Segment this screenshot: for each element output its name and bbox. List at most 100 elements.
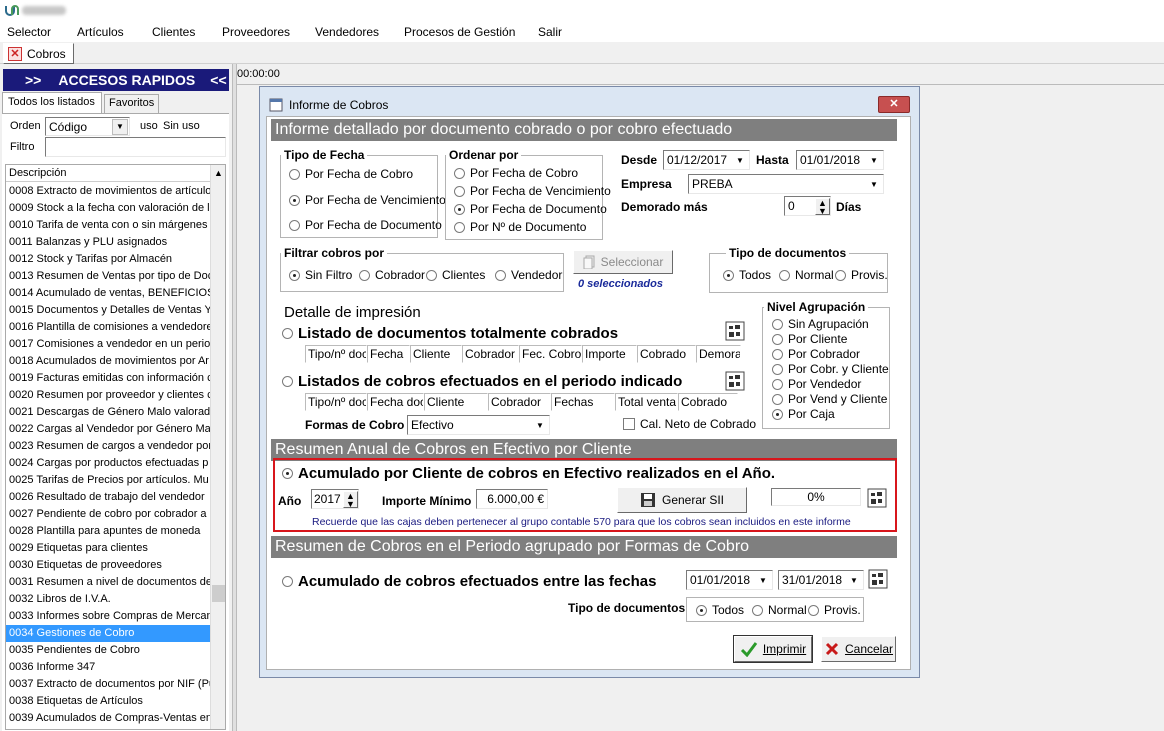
orden-select[interactable]: Código ▼ [45, 117, 130, 136]
close-tab-icon[interactable]: ✕ [8, 46, 22, 61]
menu-vendedores[interactable]: Vendedores [315, 25, 379, 39]
list-item[interactable]: 0032 Libros de I.V.A. [6, 591, 210, 608]
list-item[interactable]: 0037 Extracto de documentos por NIF (Pu [6, 676, 210, 693]
tab-cobros[interactable]: ✕ Cobros [3, 43, 74, 64]
config-sii-button[interactable] [867, 488, 887, 508]
list-item[interactable]: 0014 Acumulado de ventas, BENEFICIOS [6, 285, 210, 302]
list-item[interactable]: 0025 Tarifas de Precios por artículos. M… [6, 472, 210, 489]
radio-sin-agrupacion[interactable]: Sin Agrupación [772, 317, 869, 331]
list-item[interactable]: 0033 Informes sobre Compras de Mercan [6, 608, 210, 625]
scroll-up-icon[interactable]: ▲ [211, 165, 225, 181]
scrollbar[interactable]: ▲ [210, 165, 225, 729]
list-item[interactable]: 0024 Cargas por productos efectuadas p [6, 455, 210, 472]
spin-arrows-icon[interactable]: ▲ ▼ [815, 197, 830, 215]
radio-provis[interactable]: Provis. [835, 268, 888, 282]
list-item[interactable]: 0030 Etiquetas de proveedores [6, 557, 210, 574]
cancelar-button[interactable]: Cancelar [821, 636, 896, 662]
menu-proveedores[interactable]: Proveedores [222, 25, 290, 39]
list-item[interactable]: 0022 Cargas al Vendedor por Género Ma [6, 421, 210, 438]
seleccionar-button[interactable]: Seleccionar [573, 250, 673, 274]
column-header-descripcion[interactable]: Descripción [6, 165, 210, 182]
list-item[interactable]: 0015 Documentos y Detalles de Ventas Y [6, 302, 210, 319]
empresa-select[interactable]: PREBA ▼ [688, 174, 884, 194]
collapse-chevron-icon[interactable]: << [210, 72, 226, 88]
list-item[interactable]: 0028 Plantilla para apuntes de moneda [6, 523, 210, 540]
list-item[interactable]: 0009 Stock a la fecha con valoración de … [6, 200, 210, 217]
fecha-hasta-date[interactable]: 31/01/2018 ▼ [778, 570, 864, 590]
radio-orden-fecha-documento[interactable]: Por Fecha de Documento [454, 202, 607, 216]
radio-cobrador[interactable]: Cobrador [359, 268, 425, 282]
radio-por-cliente[interactable]: Por Cliente [772, 332, 847, 346]
list-item[interactable]: 0038 Etiquetas de Artículos [6, 693, 210, 710]
tab-favoritos[interactable]: Favoritos [104, 94, 159, 113]
list-item[interactable]: 0020 Resumen por proveedor y clientes c [6, 387, 210, 404]
formas-cobro-select[interactable]: Efectivo ▼ [407, 415, 550, 435]
radio-por-cobrador[interactable]: Por Cobrador [772, 347, 860, 361]
config-columns-button-2[interactable] [725, 371, 745, 391]
radio-orden-num-documento[interactable]: Por Nº de Documento [454, 220, 586, 234]
scrollbar-thumb[interactable] [212, 585, 225, 602]
list-item[interactable]: 0016 Plantilla de comisiones a vendedore [6, 319, 210, 336]
list-item[interactable]: 0023 Resumen de cargos a vendedor por [6, 438, 210, 455]
radio-fecha-cobro[interactable]: Por Fecha de Cobro [289, 167, 413, 181]
radio-listado-periodo[interactable]: Listados de cobros efectuados en el peri… [282, 373, 682, 390]
list-item[interactable]: 0017 Comisiones a vendedor en un perioc [6, 336, 210, 353]
spin-arrows-icon[interactable]: ▲ ▼ [343, 490, 358, 508]
anio-stepper[interactable]: 2017 ▲ ▼ [311, 489, 359, 509]
list-item[interactable]: 0021 Descargas de Género Malo valorad [6, 404, 210, 421]
menu-articulos[interactable]: Artículos [77, 25, 124, 39]
menu-procesos-gestion[interactable]: Procesos de Gestión [404, 25, 515, 39]
radio-acumulado-cliente[interactable]: Acumulado por Cliente de cobros en Efect… [282, 465, 775, 482]
list-item[interactable]: 0029 Etiquetas para clientes [6, 540, 210, 557]
radio-vendedor[interactable]: Vendedor [495, 268, 562, 282]
list-item[interactable]: 0039 Acumulados de Compras-Ventas en [6, 710, 210, 727]
radio-listado-cobrados[interactable]: Listado de documentos totalmente cobrado… [282, 325, 618, 342]
radio-fecha-vencimiento[interactable]: Por Fecha de Vencimiento [289, 193, 446, 207]
filtro-input[interactable] [45, 137, 226, 157]
menu-selector[interactable]: Selector [7, 25, 51, 39]
radio-sin-filtro[interactable]: Sin Filtro [289, 268, 352, 282]
imprimir-button[interactable]: Imprimir [733, 635, 813, 663]
radio-por-cobr-cliente[interactable]: Por Cobr. y Cliente [772, 362, 889, 376]
desde-date[interactable]: 01/12/2017 ▼ [663, 150, 750, 170]
list-item[interactable]: 0027 Pendiente de cobro por cobrador a [6, 506, 210, 523]
list-item[interactable]: 0018 Acumulados de movimientos por Ar [6, 353, 210, 370]
radio-provis-2[interactable]: Provis. [808, 603, 861, 617]
fecha-desde-date[interactable]: 01/01/2018 ▼ [686, 570, 773, 590]
demorado-stepper[interactable]: 0 ▲ ▼ [784, 196, 831, 216]
list-item[interactable]: 0031 Resumen a nivel de documentos de [6, 574, 210, 591]
list-item[interactable]: 0035 Pendientes de Cobro [6, 642, 210, 659]
radio-por-vendedor[interactable]: Por Vendedor [772, 377, 861, 391]
radio-todos-2[interactable]: Todos [696, 603, 744, 617]
radio-normal[interactable]: Normal [779, 268, 834, 282]
config-columns-button-1[interactable] [725, 321, 745, 341]
tab-todos-listados[interactable]: Todos los listados [2, 92, 102, 113]
expand-chevron-icon[interactable]: >> [25, 72, 41, 88]
hasta-date[interactable]: 01/01/2018 ▼ [796, 150, 884, 170]
menu-clientes[interactable]: Clientes [152, 25, 195, 39]
list-item[interactable]: 0019 Facturas emitidas con información c [6, 370, 210, 387]
list-item[interactable]: 0034 Gestiones de Cobro [6, 625, 210, 642]
list-item[interactable]: 0012 Stock y Tarifas por Almacén [6, 251, 210, 268]
radio-todos[interactable]: Todos [723, 268, 771, 282]
list-item[interactable]: 0013 Resumen de Ventas por tipo de Doc [6, 268, 210, 285]
list-item[interactable]: 0008 Extracto de movimientos de artículo… [6, 183, 210, 200]
dialog-close-button[interactable]: ✕ [878, 96, 910, 113]
list-item[interactable]: 0010 Tarifa de venta con o sin márgenes [6, 217, 210, 234]
list-item[interactable]: 0036 Informe 347 [6, 659, 210, 676]
radio-acumulado-fechas[interactable]: Acumulado de cobros efectuados entre las… [282, 573, 656, 590]
radio-por-vend-cliente[interactable]: Por Vend y Cliente [772, 392, 887, 406]
list-item[interactable]: 0026 Resultado de trabajo del vendedor [6, 489, 210, 506]
radio-orden-fecha-vencimiento[interactable]: Por Fecha de Vencimiento [454, 184, 611, 198]
radio-fecha-documento[interactable]: Por Fecha de Documento [289, 218, 442, 232]
radio-normal-2[interactable]: Normal [752, 603, 807, 617]
list-item[interactable]: 0011 Balanzas y PLU asignados [6, 234, 210, 251]
radio-por-caja[interactable]: Por Caja [772, 407, 835, 421]
cal-neto-checkbox[interactable]: Cal. Neto de Cobrado [623, 417, 756, 431]
radio-clientes[interactable]: Clientes [426, 268, 485, 282]
generar-sii-button[interactable]: Generar SII [617, 487, 747, 513]
radio-orden-fecha-cobro[interactable]: Por Fecha de Cobro [454, 166, 578, 180]
importe-minimo-input[interactable]: 6.000,00 € [476, 489, 548, 509]
menu-salir[interactable]: Salir [538, 25, 562, 39]
config-formas-button[interactable] [868, 569, 888, 589]
